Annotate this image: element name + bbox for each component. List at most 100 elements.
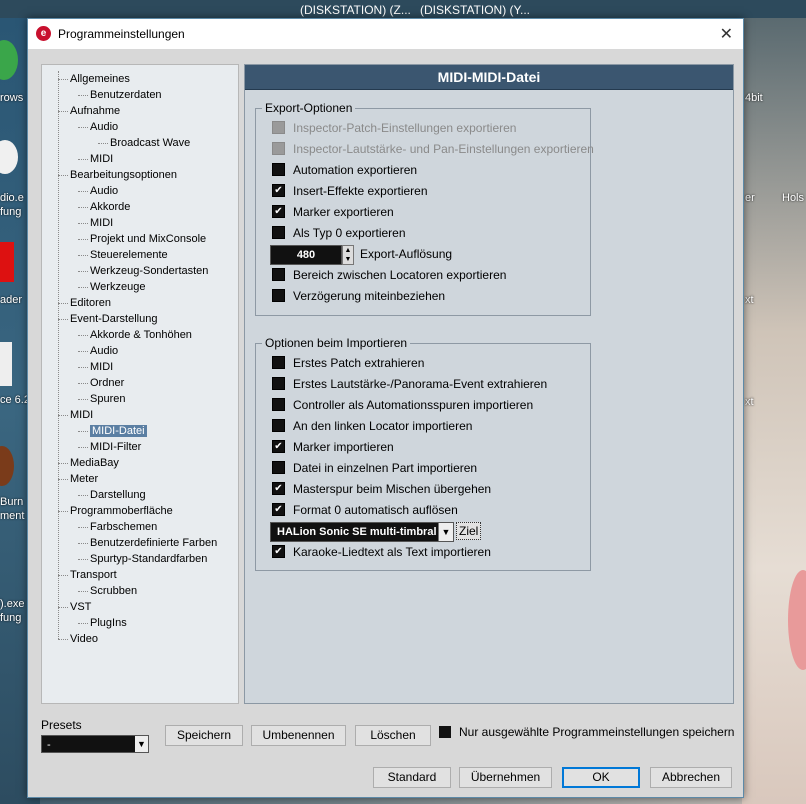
presets-select[interactable]: - ▼ [41,735,149,753]
tree-item[interactable]: Benutzerdefinierte Farben [90,535,217,551]
option-label: Marker importieren [293,440,394,454]
tree-item[interactable]: Benutzerdaten [90,87,162,103]
tree-item[interactable]: Werkzeuge [90,279,145,295]
option-checkbox[interactable]: Bereich zwischen Locatoren exportieren [272,266,506,284]
tree-connector [78,127,88,128]
tree-item[interactable]: VST [70,599,91,615]
tree-item[interactable]: Meter [70,471,98,487]
tree-item-label: Werkzeug-Sondertasten [90,265,209,277]
option-checkbox[interactable]: Erstes Patch extrahieren [272,354,424,372]
checkbox-icon [272,121,285,135]
tree-item[interactable]: Audio [90,343,118,359]
delete-preset-button[interactable]: Löschen [355,725,431,746]
option-checkbox[interactable]: Verzögerung miteinbeziehen [272,287,445,305]
option-checkbox: Inspector-Patch-Einstellungen exportiere… [272,119,516,137]
title-bar[interactable]: e Programmeinstellungen ✕ [28,19,743,49]
option-checkbox[interactable]: Als Typ 0 exportieren [272,224,406,242]
tree-item[interactable]: MIDI [90,151,113,167]
tree-item[interactable]: MediaBay [70,455,119,471]
instrument-select[interactable]: HALion Sonic SE multi-timbral ▼ [270,522,454,542]
tree-item[interactable]: MIDI [90,215,113,231]
option-checkbox[interactable]: Datei in einzelnen Part importieren [272,459,477,477]
tree-item[interactable]: Ordner [90,375,124,391]
tree-item[interactable]: Steuerelemente [90,247,168,263]
only-selected-checkbox[interactable]: Nur ausgewählte Programmeinstellungen sp… [439,725,734,739]
option-checkbox: Inspector-Lautstärke- und Pan-Einstellun… [272,140,594,158]
close-icon[interactable]: ✕ [720,24,733,44]
tree-item[interactable]: Bearbeitungsoptionen [70,167,177,183]
tree-item[interactable]: Video [70,631,98,647]
tree-item[interactable]: Editoren [70,295,111,311]
import-options-group: Optionen beim Importieren Erstes Patch e… [255,336,591,571]
tree-item[interactable]: Allgemeines [70,71,130,87]
option-checkbox[interactable]: Automation exportieren [272,161,417,179]
rename-preset-button[interactable]: Umbenennen [251,725,346,746]
tree-connector [58,319,68,320]
tree-item-label: MIDI-Filter [90,441,142,453]
tree-item[interactable]: Akkorde & Tonhöhen [90,327,192,343]
settings-tree[interactable]: Allgemeines Benutzerdaten Aufnahme Audio Bro… [41,64,239,704]
tree-item-label: Event-Darstellung [70,313,158,325]
tree-connector [58,111,68,112]
cancel-button[interactable]: Abbrechen [650,767,732,788]
tree-item[interactable]: MIDI-Datei [90,423,147,439]
desktop-app-icon[interactable] [0,242,14,282]
tree-connector [78,495,88,496]
tree-connector [78,239,88,240]
target-button[interactable]: Ziel [456,522,482,540]
desktop-label: ment [0,510,25,522]
ok-button[interactable]: OK [562,767,640,788]
tree-connector [78,367,88,368]
tree-item[interactable]: Farbschemen [90,519,157,535]
desktop-app-icon[interactable] [0,342,12,386]
tree-connector [78,591,88,592]
desktop-label: ce 6.2 [0,394,30,406]
tree-item[interactable]: MIDI-Filter [90,439,141,455]
tree-item-label: PlugIns [90,617,127,629]
tree-item-label: Akkorde [90,201,131,213]
spinner-arrows-icon[interactable]: ▲ ▼ [342,245,354,265]
tree-item[interactable]: MIDI [70,407,93,423]
tree-item[interactable]: Projekt und MixConsole [90,231,206,247]
option-checkbox[interactable]: ✔ Karaoke-Liedtext als Text importieren [272,543,491,561]
tree-item[interactable]: Audio [90,119,118,135]
option-checkbox[interactable]: ✔ Masterspur beim Mischen übergehen [272,480,491,498]
tree-connector [78,399,88,400]
option-checkbox[interactable]: ✔ Marker exportieren [272,203,394,221]
tree-item[interactable]: Spuren [90,391,125,407]
tree-item[interactable]: Audio [90,183,118,199]
checkmark-icon: ✔ [272,545,285,559]
tree-item[interactable]: Programmoberfläche [70,503,173,519]
option-label: Erstes Lautstärke-/Panorama-Event extrah… [293,377,548,391]
tree-connector [78,207,88,208]
option-label: Verzögerung miteinbeziehen [293,289,446,303]
tree-item[interactable]: Akkorde [90,199,130,215]
option-checkbox[interactable]: Controller als Automationsspuren importi… [272,396,533,414]
tree-item[interactable]: Darstellung [90,487,146,503]
tree-connector [78,351,88,352]
option-checkbox[interactable]: Erstes Lautstärke-/Panorama-Event extrah… [272,375,547,393]
desktop-label: fung [0,206,22,218]
tree-item[interactable]: PlugIns [90,615,127,631]
tree-item-label: Akkorde & Tonhöhen [90,329,192,341]
apply-button[interactable]: Übernehmen [459,767,552,788]
standard-button[interactable]: Standard [373,767,451,788]
tree-connector [58,511,68,512]
tree-item[interactable]: Event-Darstellung [70,311,157,327]
export-resolution-label: Export-Auflösung [360,247,453,261]
tree-item[interactable]: Scrubben [90,583,137,599]
option-checkbox[interactable]: ✔ Insert-Effekte exportieren [272,182,428,200]
tree-item[interactable]: Aufnahme [70,103,120,119]
export-resolution-field[interactable]: 480 [270,245,342,265]
save-preset-button[interactable]: Speichern [165,725,243,746]
tree-item[interactable]: MIDI [90,359,113,375]
tree-item[interactable]: Spurtyp-Standardfarben [90,551,207,567]
tree-item-label: Editoren [70,297,111,309]
tree-item[interactable]: Werkzeug-Sondertasten [90,263,208,279]
option-checkbox[interactable]: ✔ Marker importieren [272,438,394,456]
option-checkbox[interactable]: ✔ Format 0 automatisch auflösen [272,501,458,519]
option-checkbox[interactable]: An den linken Locator importieren [272,417,472,435]
tree-item[interactable]: Transport [70,567,117,583]
tree-item[interactable]: Broadcast Wave [110,135,190,151]
desktop-label: er [745,192,755,204]
